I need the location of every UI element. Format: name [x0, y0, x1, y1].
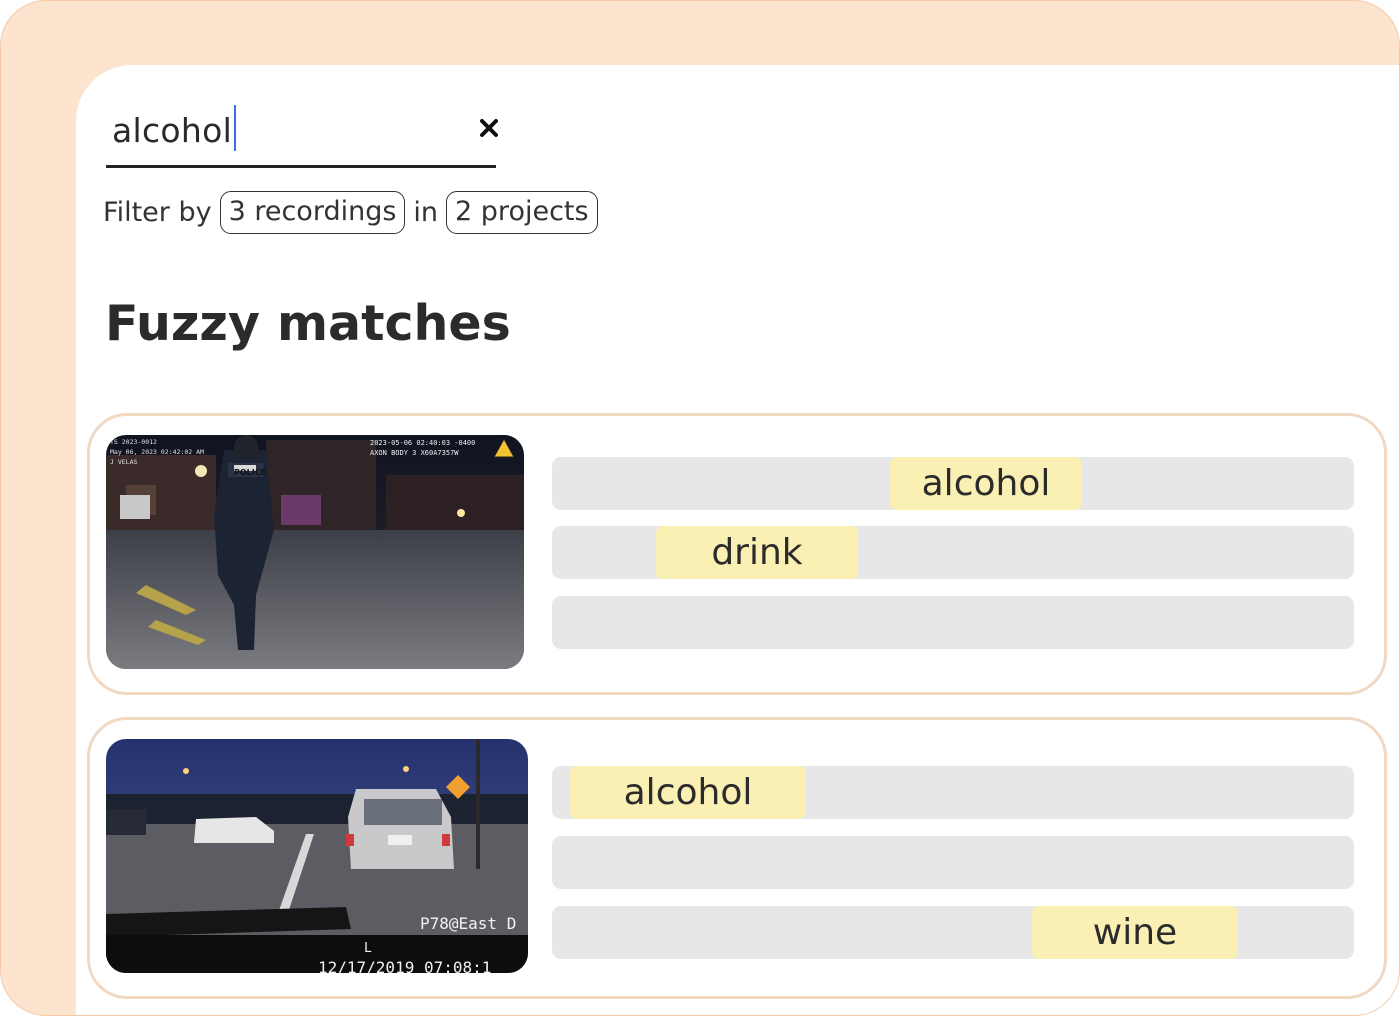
search-field[interactable]: alcohol	[106, 95, 498, 168]
transcript-line[interactable]	[552, 596, 1354, 649]
match-highlight[interactable]: alcohol	[570, 766, 806, 819]
close-icon	[480, 119, 498, 137]
video-thumbnail[interactable]: TS 2023-0012 May 06, 2023 02:42:02 AM J …	[106, 435, 524, 669]
section-title: Fuzzy matches	[105, 295, 511, 352]
overlay-marker: L	[364, 941, 372, 956]
transcript-line[interactable]: drink	[552, 526, 1354, 579]
search-input[interactable]: alcohol	[112, 105, 237, 151]
projects-filter-button[interactable]: 2 projects	[446, 191, 598, 234]
transcript-line[interactable]: wine	[552, 906, 1354, 959]
match-highlight[interactable]: alcohol	[890, 457, 1082, 510]
vest-label: POLICE	[234, 468, 266, 477]
overlay-location: P78@East D	[420, 914, 516, 933]
overlay-case-id: TS 2023-0012	[110, 438, 157, 446]
transcript-line[interactable]: alcohol	[552, 766, 1354, 819]
overlay-officer: J VELAS	[110, 458, 137, 466]
filter-row: Filter by 3 recordings in 2 projects	[103, 191, 606, 234]
match-highlight[interactable]: wine	[1032, 906, 1238, 959]
dashcam-frame-image: P78@East D L 12/17/2019 07:08:1	[106, 739, 528, 973]
transcript-line[interactable]: alcohol	[552, 457, 1354, 510]
video-thumbnail[interactable]: P78@East D L 12/17/2019 07:08:1	[106, 739, 528, 973]
overlay-device: AXON BODY 3 X60A7357W	[370, 449, 459, 457]
recordings-filter-button[interactable]: 3 recordings	[219, 191, 406, 234]
outer-frame: alcohol Filter by 3 recordings in 2 proj…	[0, 0, 1400, 1016]
overlay-timestamp: 12/17/2019 07:08:1	[318, 958, 491, 973]
clear-search-button[interactable]	[476, 115, 502, 141]
match-highlight[interactable]: drink	[656, 526, 858, 579]
filter-connector: in	[413, 197, 439, 228]
filter-prefix: Filter by	[103, 197, 212, 228]
text-caret	[234, 105, 237, 151]
search-query: alcohol	[112, 111, 233, 150]
transcript-line[interactable]	[552, 836, 1354, 889]
overlay-date: May 06, 2023 02:42:02 AM	[110, 448, 204, 456]
result-card[interactable]: P78@East D L 12/17/2019 07:08:1 alcohol …	[87, 717, 1387, 999]
result-card[interactable]: TS 2023-0012 May 06, 2023 02:42:02 AM J …	[87, 413, 1387, 695]
bodycam-frame-image: TS 2023-0012 May 06, 2023 02:42:02 AM J …	[106, 435, 524, 669]
overlay-timestamp: 2023-05-06 02:40:03 -0400	[370, 439, 475, 447]
